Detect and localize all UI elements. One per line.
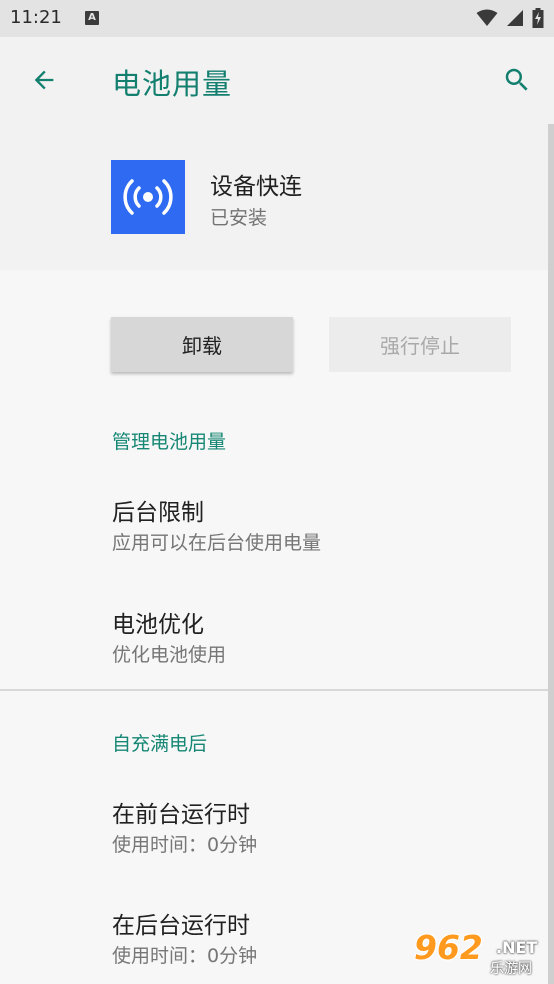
watermark-sub: 乐游网 — [490, 961, 532, 977]
signal-icon — [507, 10, 523, 26]
pref-title: 在后台运行时 — [112, 913, 250, 939]
back-button[interactable] — [22, 58, 66, 102]
status-bar: 11:21 A — [0, 0, 554, 37]
search-icon — [505, 68, 528, 91]
watermark-net: .NET — [496, 938, 538, 957]
app-name: 设备快连 — [210, 174, 302, 200]
force-stop-button[interactable]: 强行停止 — [329, 317, 511, 372]
scrollbar[interactable] — [548, 124, 554, 984]
page-title: 电池用量 — [112, 67, 233, 101]
pref-title: 电池优化 — [112, 612, 204, 638]
status-icons — [476, 7, 544, 29]
section-header-since-full-charge: 自充满电后 — [112, 733, 208, 755]
watermark-logo: 962 .NET 乐游网 — [414, 928, 548, 980]
pref-summary: 使用时间：0分钟 — [112, 945, 258, 967]
app-bar: 电池用量 — [0, 37, 554, 123]
arrow-back-icon — [34, 70, 54, 90]
pref-title: 后台限制 — [112, 500, 204, 526]
pref-title: 在前台运行时 — [112, 802, 250, 828]
app-icon — [111, 160, 185, 234]
pref-summary: 使用时间：0分钟 — [112, 834, 258, 856]
uninstall-button[interactable]: 卸载 — [111, 317, 293, 372]
app-install-status: 已安装 — [210, 207, 268, 229]
watermark-main: 962 — [414, 928, 483, 967]
search-button[interactable] — [495, 58, 539, 102]
broadcast-icon — [123, 179, 173, 215]
settings-content: 卸载 强行停止 管理电池用量 后台限制 应用可以在后台使用电量 电池优化 优化电… — [0, 270, 548, 984]
pref-summary: 应用可以在后台使用电量 — [112, 532, 322, 554]
app-header: 设备快连 已安装 — [0, 123, 548, 270]
pref-summary: 优化电池使用 — [112, 644, 227, 666]
section-divider — [0, 689, 548, 691]
status-time: 11:21 — [10, 7, 62, 28]
section-header-manage-battery: 管理电池用量 — [112, 431, 227, 453]
notification-a-icon: A — [85, 11, 99, 25]
battery-icon — [532, 8, 544, 28]
wifi-icon — [476, 9, 498, 26]
